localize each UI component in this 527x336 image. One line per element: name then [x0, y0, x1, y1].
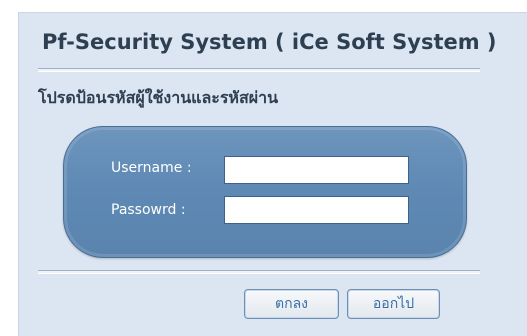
page-title: Pf-Security System ( iCe Soft System )	[42, 30, 497, 54]
username-input[interactable]	[224, 156, 409, 184]
credentials-box	[63, 126, 467, 258]
username-label: Username :	[111, 160, 192, 176]
login-page: Pf-Security System ( iCe Soft System ) โ…	[0, 0, 527, 336]
top-divider	[38, 68, 480, 72]
ok-button[interactable]: ตกลง	[244, 289, 339, 319]
password-label: Passowrd :	[111, 202, 186, 218]
login-instruction: โปรดป้อนรหัสผู้ใช้งานและรหัสผ่าน	[38, 88, 279, 107]
exit-button[interactable]: ออกไป	[347, 289, 440, 319]
password-input[interactable]	[224, 196, 409, 224]
bottom-divider	[38, 270, 480, 274]
